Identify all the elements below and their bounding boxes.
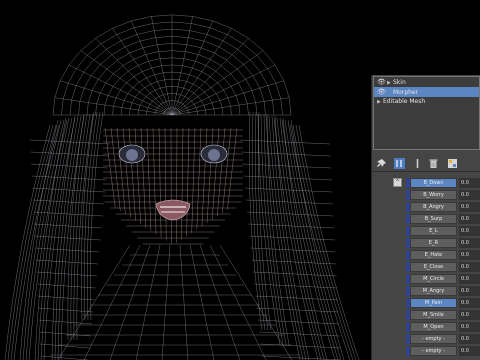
- channel-name-button[interactable]: M_Pain: [410, 298, 457, 308]
- morph-channel-row: B_Down 0.0: [407, 178, 480, 188]
- morph-channel-row: B_Angry 0.0: [407, 202, 480, 212]
- morph-channel-list: ^ B_Down 0.0 B_Worry 0.0 B_Angry 0.0 B_Surp 0.0…: [389, 178, 480, 360]
- show-end-result-icon[interactable]: [394, 154, 405, 169]
- channel-name-button[interactable]: B_Surp: [410, 214, 457, 224]
- morph-channel-row: M_Smile 0.0: [407, 310, 480, 320]
- morph-channel-row: M_Angry 0.0: [407, 286, 480, 296]
- channel-active-indicator: [407, 346, 409, 356]
- modifier-stack-item-skin[interactable]: 👁▶ Skin: [374, 77, 479, 87]
- morph-channel-row: - empty -0.0: [407, 334, 480, 344]
- left-eye: [118, 144, 146, 164]
- channel-name-button[interactable]: E_R: [410, 238, 457, 248]
- channel-value-spinner[interactable]: 0.0: [459, 202, 480, 212]
- channel-name-button[interactable]: B_Down: [410, 178, 457, 188]
- channel-value-spinner[interactable]: 0.0: [459, 334, 480, 344]
- channel-active-indicator: [407, 190, 409, 200]
- channel-name-button[interactable]: M_Angry: [410, 286, 457, 296]
- modify-command-panel: 👁▶ Skin 👁 Morpher ▶ Editable Mesh ^ B_Down 0…: [371, 75, 480, 360]
- channel-active-indicator: [407, 322, 409, 332]
- channel-value-spinner[interactable]: 0.0: [459, 214, 480, 224]
- configure-modifier-sets-icon[interactable]: [447, 154, 458, 168]
- channel-value-spinner[interactable]: 0.0: [459, 346, 480, 356]
- morph-channel-row: M_Circle 0.0: [407, 274, 480, 284]
- morph-channel-row: B_Worry 0.0: [407, 190, 480, 200]
- morph-channel-row: M_Open 0.0: [407, 322, 480, 332]
- channel-active-indicator: [407, 238, 409, 248]
- mouth: [155, 199, 191, 221]
- scroll-up-button[interactable]: ^: [393, 178, 402, 187]
- channel-name-button[interactable]: E_L: [410, 226, 457, 236]
- modifier-stack-toolbar: [373, 153, 480, 169]
- morph-channel-row: E_R 0.0: [407, 238, 480, 248]
- modifier-stack-item-morpher[interactable]: 👁 Morpher: [374, 87, 479, 97]
- channel-active-indicator: [407, 226, 409, 236]
- channel-active-indicator: [407, 334, 409, 344]
- channel-active-indicator: [407, 310, 409, 320]
- channel-active-indicator: [407, 214, 409, 224]
- channel-active-indicator: [407, 250, 409, 260]
- channel-name-button[interactable]: B_Worry: [410, 190, 457, 200]
- right-eye: [200, 144, 228, 164]
- morph-channel-row: B_Surp 0.0: [407, 214, 480, 224]
- channel-name-button[interactable]: M_Open: [410, 322, 457, 332]
- channel-value-spinner[interactable]: 0.0: [459, 310, 480, 320]
- morph-channel-row: M_Pain 0.0: [407, 298, 480, 308]
- toolbar-divider: [373, 171, 480, 172]
- channel-value-spinner[interactable]: 0.0: [459, 322, 480, 332]
- morph-channel-row: E_Hate 0.0: [407, 250, 480, 260]
- channel-name-button[interactable]: E_Close: [410, 262, 457, 272]
- channel-name-button[interactable]: - empty -: [410, 346, 457, 356]
- pin-stack-icon[interactable]: [376, 154, 387, 167]
- channel-active-indicator: [407, 286, 409, 296]
- channel-active-indicator: [407, 298, 409, 308]
- channel-value-spinner[interactable]: 0.0: [459, 250, 480, 260]
- channel-value-spinner[interactable]: 0.0: [459, 262, 480, 272]
- channel-value-spinner[interactable]: 0.0: [459, 238, 480, 248]
- channel-value-spinner[interactable]: 0.0: [459, 298, 480, 308]
- channel-active-indicator: [407, 262, 409, 272]
- morph-channel-row: - empty -0.0: [407, 346, 480, 356]
- modifier-stack-list[interactable]: 👁▶ Skin 👁 Morpher ▶ Editable Mesh: [373, 76, 480, 150]
- visibility-eye-icon[interactable]: 👁: [377, 87, 387, 97]
- channel-value-spinner[interactable]: 0.0: [459, 226, 480, 236]
- make-unique-icon[interactable]: [412, 154, 423, 168]
- channel-name-button[interactable]: - empty -: [410, 334, 457, 344]
- channel-name-button[interactable]: M_Smile: [410, 310, 457, 320]
- channel-value-spinner[interactable]: 0.0: [459, 286, 480, 296]
- visibility-eye-icon[interactable]: 👁: [377, 77, 387, 87]
- channel-active-indicator: [407, 274, 409, 284]
- channel-value-spinner[interactable]: 0.0: [459, 274, 480, 284]
- morph-channel-row: E_Close 0.0: [407, 262, 480, 272]
- channel-name-button[interactable]: M_Circle: [410, 274, 457, 284]
- channel-name-button[interactable]: E_Hate: [410, 250, 457, 260]
- channel-name-button[interactable]: B_Angry: [410, 202, 457, 212]
- channel-active-indicator: [407, 178, 409, 188]
- channel-active-indicator: [407, 202, 409, 212]
- morph-channel-row: E_L 0.0: [407, 226, 480, 236]
- channel-value-spinner[interactable]: 0.0: [459, 178, 480, 188]
- channel-value-spinner[interactable]: 0.0: [459, 190, 480, 200]
- remove-modifier-icon[interactable]: [428, 154, 439, 168]
- modifier-stack-item-editable-mesh[interactable]: ▶ Editable Mesh: [374, 97, 479, 107]
